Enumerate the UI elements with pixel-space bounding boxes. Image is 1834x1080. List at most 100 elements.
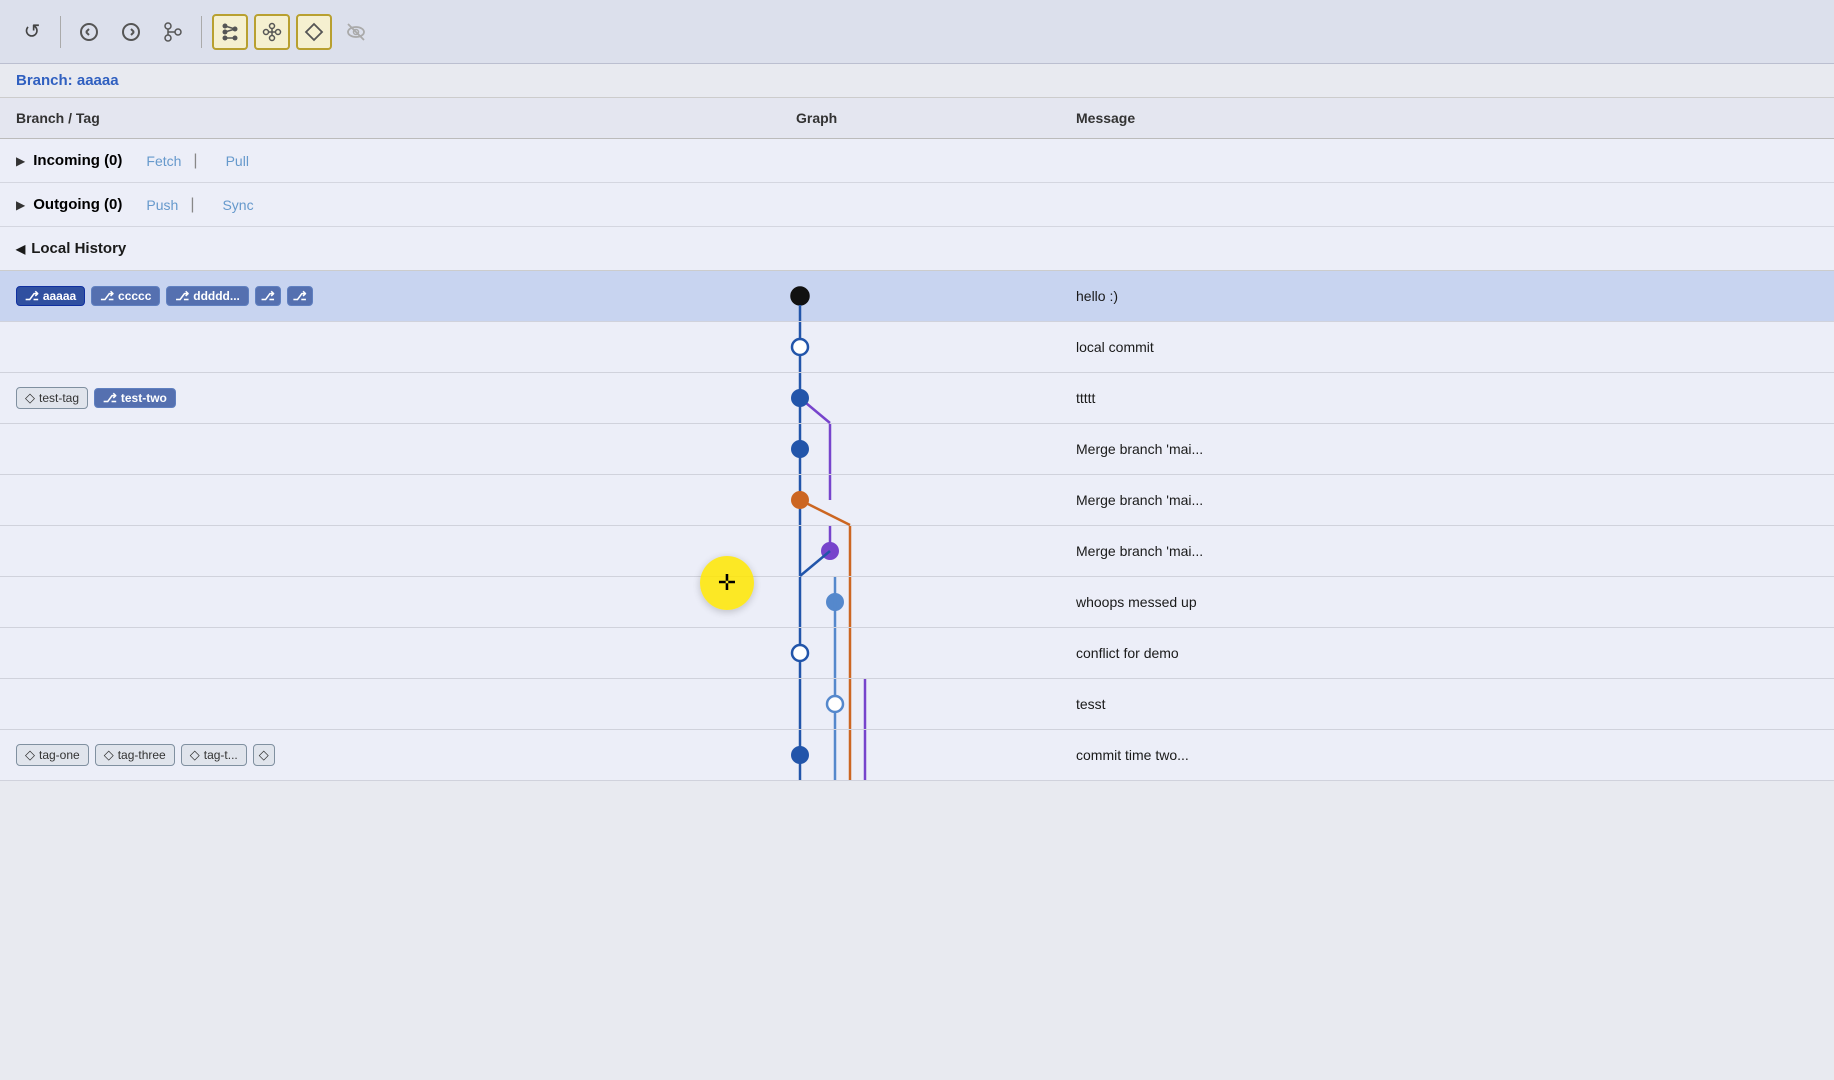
message-col-2: local commit [1060, 333, 1834, 361]
commit-row-2[interactable]: local commit [0, 322, 1834, 373]
branch-tag-icon: ⎇ [103, 391, 117, 405]
branch-tag-icon: ⎇ [261, 289, 275, 303]
branch-tree-icon[interactable] [155, 14, 191, 50]
tag-badge-tag-three[interactable]: ◇ tag-three [95, 744, 175, 766]
commits-area: ✛ ⎇ aaaaa ⎇ ccccc ⎇ ddddd... ⎇ [0, 271, 1834, 781]
graph-view-button[interactable] [212, 14, 248, 50]
tag-icon: ◇ [25, 747, 35, 763]
incoming-title: Incoming (0) [33, 152, 122, 169]
tag-label: test-tag [39, 391, 79, 405]
commit-row-6[interactable]: Merge branch 'mai... [0, 526, 1834, 577]
hide-icon[interactable] [338, 14, 374, 50]
branch-tag-test-two[interactable]: ⎇ test-two [94, 388, 176, 408]
message-col-3: ttttt [1060, 384, 1834, 412]
tag-view-button[interactable] [296, 14, 332, 50]
graph-col-3 [780, 373, 1060, 423]
graph-svg-6 [780, 526, 1060, 576]
tag-badge-tag-t[interactable]: ◇ tag-t... [181, 744, 247, 766]
commit-row-10-left: ◇ tag-one ◇ tag-three ◇ tag-t... ◇ [0, 738, 780, 772]
tag-badge-plain[interactable]: ◇ [253, 744, 275, 766]
incoming-arrow[interactable]: ▶ [16, 154, 25, 168]
graph-col-10 [780, 730, 1060, 780]
incoming-left: ▶ Incoming (0) Fetch | Pull [0, 146, 780, 176]
commit-row-5-left [0, 494, 780, 506]
local-history-arrow[interactable]: ◀ [16, 242, 25, 256]
graph-svg-8 [780, 628, 1060, 678]
branch-name[interactable]: aaaaa [77, 72, 119, 89]
refresh-icon[interactable]: ↺ [14, 14, 50, 50]
sync-link[interactable]: Sync [222, 197, 253, 213]
message-col-8: conflict for demo [1060, 639, 1834, 667]
commit-row-1[interactable]: ⎇ aaaaa ⎇ ccccc ⎇ ddddd... ⎇ ⎇ [0, 271, 1834, 322]
branch-tag-plain1[interactable]: ⎇ [255, 286, 281, 306]
branch-tag-plain2[interactable]: ⎇ [287, 286, 313, 306]
pull-link[interactable]: Pull [226, 153, 249, 169]
local-history-header: ◀ Local History [0, 227, 1834, 271]
commit-row-1-left: ⎇ aaaaa ⎇ ccccc ⎇ ddddd... ⎇ ⎇ [0, 280, 780, 312]
nodes-view-button[interactable] [254, 14, 290, 50]
push-link[interactable]: Push [146, 197, 178, 213]
message-col-4: Merge branch 'mai... [1060, 435, 1834, 463]
push-sync-sep: | [190, 196, 194, 214]
outgoing-left: ▶ Outgoing (0) Push | Sync [0, 190, 780, 220]
graph-col-5 [780, 475, 1060, 525]
commit-row-3-left: ◇ test-tag ⎇ test-two [0, 381, 780, 415]
commit-row-7[interactable]: whoops messed up [0, 577, 1834, 628]
branch-tag-ddddd[interactable]: ⎇ ddddd... [166, 286, 248, 306]
graph-svg-3 [780, 373, 1060, 423]
message-col-10: commit time two... [1060, 741, 1834, 769]
col-branch-tag: Branch / Tag [0, 104, 780, 132]
message-col-5: Merge branch 'mai... [1060, 486, 1834, 514]
branch-label: Branch: [16, 72, 73, 89]
commit-row-9-left [0, 698, 780, 710]
commit-row-7-left [0, 596, 780, 608]
col-graph: Graph [780, 104, 1060, 132]
tag-label: tag-t... [204, 748, 238, 762]
message-col-9: tesst [1060, 690, 1834, 718]
graph-col-6 [780, 526, 1060, 576]
toolbar: ↺ [0, 0, 1834, 64]
incoming-row: ▶ Incoming (0) Fetch | Pull [0, 139, 1834, 183]
tag-icon: ◇ [25, 390, 35, 406]
graph-svg-7 [780, 577, 1060, 627]
commit-row-8-left [0, 647, 780, 659]
branch-tag-label: ddddd... [193, 289, 240, 303]
commit-row-9[interactable]: tesst [0, 679, 1834, 730]
commit-row-2-left [0, 341, 780, 353]
col-message: Message [1060, 104, 1834, 132]
outgoing-arrow[interactable]: ▶ [16, 198, 25, 212]
graph-col-9 [780, 679, 1060, 729]
tag-icon: ◇ [190, 747, 200, 763]
message-col-6: Merge branch 'mai... [1060, 537, 1834, 565]
commit-row-4-left [0, 443, 780, 455]
commit-row-3[interactable]: ◇ test-tag ⎇ test-two ttttt [0, 373, 1834, 424]
graph-svg-2 [780, 322, 1060, 372]
local-history-title: Local History [31, 240, 126, 257]
graph-svg-5 [780, 475, 1060, 525]
message-col-1: hello :) [1060, 282, 1834, 310]
graph-svg-1 [780, 271, 1060, 321]
tag-badge-test-tag[interactable]: ◇ test-tag [16, 387, 88, 409]
graph-svg-10 [780, 730, 1060, 780]
branch-tag-icon: ⎇ [100, 289, 114, 303]
commit-row-10[interactable]: ◇ tag-one ◇ tag-three ◇ tag-t... ◇ [0, 730, 1834, 781]
graph-col-1 [780, 271, 1060, 321]
graph-svg-9 [780, 679, 1060, 729]
commit-row-4[interactable]: Merge branch 'mai... [0, 424, 1834, 475]
branch-tag-ccccc[interactable]: ⎇ ccccc [91, 286, 160, 306]
branch-tag-aaaaa[interactable]: ⎇ aaaaa [16, 286, 85, 306]
graph-col-4 [780, 424, 1060, 474]
commit-row-5[interactable]: Merge branch 'mai... [0, 475, 1834, 526]
branch-tag-label: test-two [121, 391, 167, 405]
forward-icon[interactable] [113, 14, 149, 50]
tag-badge-tag-one[interactable]: ◇ tag-one [16, 744, 89, 766]
graph-col-8 [780, 628, 1060, 678]
fetch-link[interactable]: Fetch [146, 153, 181, 169]
commit-row-8[interactable]: conflict for demo [0, 628, 1834, 679]
tag-label: tag-three [118, 748, 166, 762]
graph-col-2 [780, 322, 1060, 372]
graph-col-7 [780, 577, 1060, 627]
graph-svg-4 [780, 424, 1060, 474]
table-header: Branch / Tag Graph Message [0, 98, 1834, 139]
back-icon[interactable] [71, 14, 107, 50]
